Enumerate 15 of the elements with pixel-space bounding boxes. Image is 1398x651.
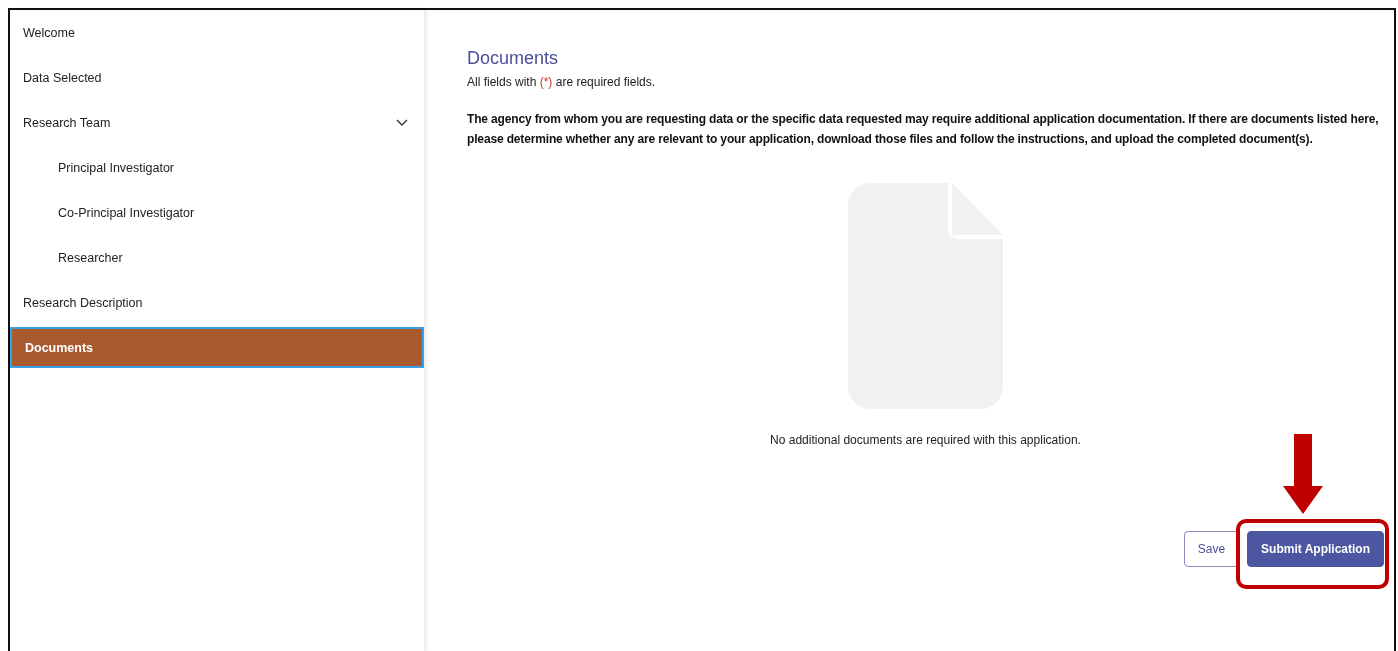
- sidebar-item[interactable]: Documents: [10, 327, 424, 368]
- down-arrow-icon: [1283, 434, 1324, 514]
- empty-message: No additional documents are required with this application.: [770, 433, 1081, 447]
- required-note: All fields with (*) are required fields.: [467, 75, 657, 89]
- sidebar-item[interactable]: Welcome: [10, 10, 424, 55]
- page-title: Documents: [467, 48, 560, 69]
- instructions-text: The agency from whom you are requesting data or the specific data requested may require additional application documentation. If there are documents listed here, please determine whether any are relevant to your application, download those files and follow the instructions, and upload the completed document(s).: [467, 111, 1380, 148]
- sidebar-item[interactable]: Research Team: [10, 100, 424, 145]
- sidebar-item[interactable]: Co-Principal Investigator: [10, 190, 424, 235]
- submit-button[interactable]: Submit Application: [1247, 531, 1384, 567]
- sidebar-item[interactable]: Researcher: [10, 235, 424, 280]
- sidebar-item[interactable]: Data Selected: [10, 55, 424, 100]
- sidebar-item[interactable]: Principal Investigator: [10, 145, 424, 190]
- sidebar-item[interactable]: Research Description: [10, 280, 424, 325]
- chevron-down-icon: [396, 118, 408, 127]
